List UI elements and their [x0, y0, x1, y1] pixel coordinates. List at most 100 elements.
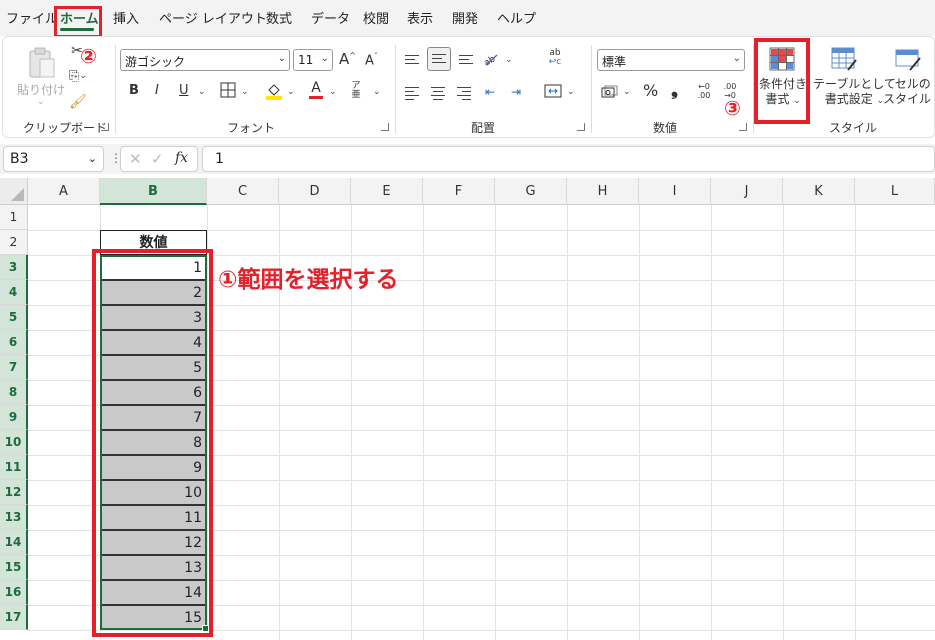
cell-styles-button[interactable]: セルの スタイル ⌄ [883, 77, 935, 109]
group-separator [395, 45, 396, 133]
select-all-corner[interactable] [0, 178, 28, 205]
row-header-9[interactable]: 9 [0, 405, 28, 430]
paste-chevron-down-icon[interactable]: ⌄ [37, 97, 45, 107]
font-size-value: 11 [298, 53, 314, 67]
tab-file[interactable]: ファイル [6, 8, 58, 27]
align-bottom-icon[interactable] [459, 55, 473, 67]
font-color-button[interactable]: A [309, 80, 323, 99]
tab-page-layout[interactable]: ページ レイアウト [159, 8, 267, 27]
select-all-triangle-icon [11, 188, 24, 201]
column-header-l[interactable]: L [855, 178, 935, 205]
row-header-13[interactable]: 13 [0, 505, 28, 530]
orientation-icon[interactable]: ab [481, 49, 501, 69]
wrap-text-icon[interactable]: ab ↩c [545, 47, 565, 69]
group-label-clipboard: クリップボード [23, 121, 108, 135]
cancel-icon[interactable]: ✕ [129, 150, 142, 168]
tab-help[interactable]: ヘルプ [497, 8, 536, 27]
grow-font-icon: A [339, 50, 350, 68]
column-header-h[interactable]: H [567, 178, 639, 205]
column-header-g[interactable]: G [495, 178, 567, 205]
paste-icon[interactable] [25, 45, 59, 81]
align-middle-icon [432, 54, 446, 66]
column-header-a[interactable]: A [28, 178, 100, 205]
row-header-17[interactable]: 17 [0, 605, 28, 630]
decrease-indent-icon[interactable]: ⇤ [481, 83, 499, 101]
number-launcher-icon[interactable] [739, 123, 747, 131]
name-box[interactable]: B3 ⌄ [3, 146, 104, 172]
align-center-icon[interactable] [431, 87, 445, 103]
font-color-chevron-down-icon[interactable]: ⌄ [329, 87, 337, 97]
paste-button[interactable]: 貼り付け [17, 81, 65, 98]
group-separator [115, 45, 116, 133]
orientation-chevron-down-icon[interactable]: ⌄ [505, 55, 513, 65]
clipboard-launcher-icon[interactable] [101, 123, 109, 131]
bold-button[interactable]: B [129, 83, 139, 98]
font-name-select[interactable]: 游ゴシック ⌄ [120, 49, 290, 71]
align-middle-button[interactable] [427, 47, 451, 71]
fill-color-chevron-down-icon[interactable]: ⌄ [287, 87, 295, 97]
row-header-11[interactable]: 11 [0, 455, 28, 480]
row-header-1[interactable]: 1 [0, 205, 28, 230]
tab-developer[interactable]: 開発 [452, 8, 478, 27]
column-header-d[interactable]: D [279, 178, 351, 205]
shrink-font-button[interactable]: Aˇ [365, 52, 378, 68]
alignment-launcher-icon[interactable] [577, 123, 585, 131]
row-header-10[interactable]: 10 [0, 430, 28, 455]
accounting-chevron-down-icon[interactable]: ⌄ [623, 87, 631, 97]
format-painter-icon[interactable]: 🖌 [69, 93, 87, 111]
align-top-icon[interactable] [405, 55, 419, 67]
row-header-8[interactable]: 8 [0, 380, 28, 405]
column-header-c[interactable]: C [207, 178, 279, 205]
shrink-font-icon: A [365, 53, 374, 69]
copy-icon[interactable]: ⎘ ⌄ [67, 67, 89, 85]
tab-view[interactable]: 表示 [407, 8, 433, 27]
merge-center-icon[interactable] [543, 82, 563, 100]
row-header-3[interactable]: 3 [0, 255, 28, 280]
column-header-e[interactable]: E [351, 178, 423, 205]
increase-indent-icon[interactable]: ⇥ [507, 83, 525, 101]
align-left-icon[interactable] [405, 87, 419, 103]
insert-function-icon[interactable]: fx [175, 150, 188, 166]
fill-color-icon[interactable] [265, 81, 283, 101]
font-launcher-icon[interactable] [381, 123, 389, 131]
phonetic-chevron-down-icon[interactable]: ⌄ [373, 87, 381, 97]
row-header-12[interactable]: 12 [0, 480, 28, 505]
merge-chevron-down-icon[interactable]: ⌄ [567, 87, 575, 97]
phonetic-guide-icon[interactable]: ア亜 [349, 81, 363, 101]
underline-button[interactable]: U [179, 83, 189, 98]
font-size-chevron-down-icon: ⌄ [320, 53, 329, 64]
align-right-icon[interactable] [457, 87, 471, 103]
cell-styles-icon[interactable] [893, 45, 923, 73]
accounting-format-icon[interactable] [601, 83, 619, 101]
row-header-14[interactable]: 14 [0, 530, 28, 555]
number-format-select[interactable]: 標準 ⌄ [597, 49, 745, 71]
row-header-4[interactable]: 4 [0, 280, 28, 305]
row-header-7[interactable]: 7 [0, 355, 28, 380]
formula-input[interactable]: 1 [202, 146, 935, 172]
italic-button[interactable]: I [155, 83, 159, 98]
border-chevron-down-icon[interactable]: ⌄ [241, 87, 249, 97]
row-header-2[interactable]: 2 [0, 230, 28, 255]
enter-check-icon[interactable]: ✓ [151, 150, 164, 168]
row-header-5[interactable]: 5 [0, 305, 28, 330]
increase-decimal-icon[interactable]: ←0.00 [693, 81, 715, 101]
tab-data[interactable]: データ [311, 8, 350, 27]
grow-font-button[interactable]: A^ [339, 50, 356, 68]
tab-formulas[interactable]: 数式 [266, 8, 292, 27]
column-header-i[interactable]: I [639, 178, 711, 205]
tab-review[interactable]: 校閲 [363, 8, 389, 27]
column-header-f[interactable]: F [423, 178, 495, 205]
font-size-select[interactable]: 11 ⌄ [293, 49, 333, 71]
tab-insert[interactable]: 挿入 [113, 8, 139, 27]
row-header-15[interactable]: 15 [0, 555, 28, 580]
row-header-16[interactable]: 16 [0, 580, 28, 605]
column-header-j[interactable]: J [711, 178, 783, 205]
column-header-k[interactable]: K [783, 178, 855, 205]
row-header-6[interactable]: 6 [0, 330, 28, 355]
percent-style-button[interactable]: % [643, 81, 658, 100]
format-as-table-icon[interactable] [829, 45, 859, 73]
comma-style-button[interactable]: ❟ [671, 79, 678, 100]
underline-chevron-down-icon[interactable]: ⌄ [198, 87, 206, 97]
column-header-b[interactable]: B [100, 178, 207, 205]
border-icon[interactable] [219, 81, 237, 99]
